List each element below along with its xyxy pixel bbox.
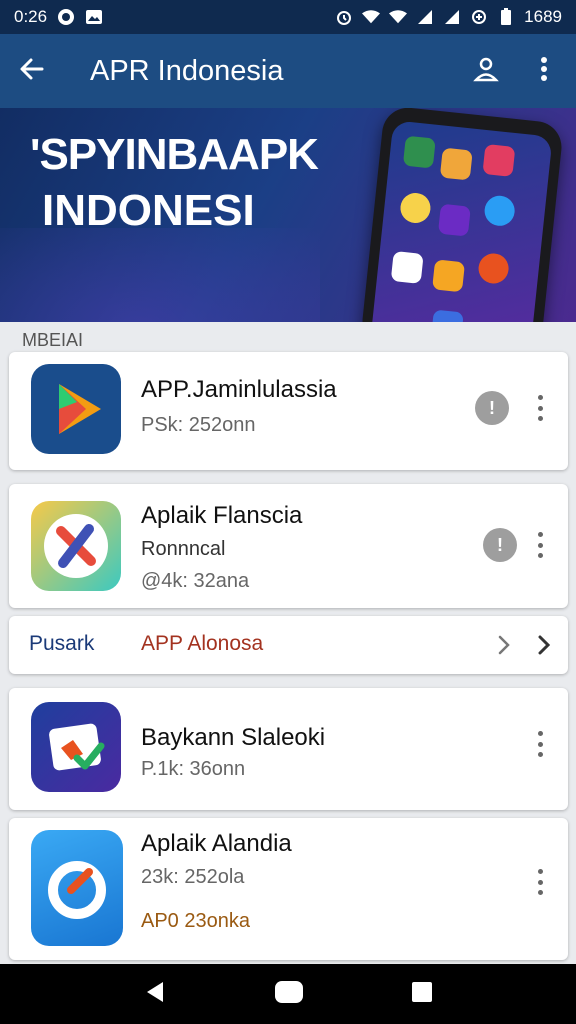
page-title: APR Indonesia (90, 54, 284, 87)
chevron-right-icon-2[interactable] (537, 634, 551, 661)
app-meta: P.1k: 36onn (141, 758, 246, 780)
battery-level: 1689 (524, 7, 562, 26)
link-title[interactable]: APP Alonosa (141, 632, 263, 656)
wifi-icon-2 (389, 9, 408, 25)
app-name: Baykann Slaleoki (141, 724, 326, 751)
list-item[interactable]: Baykann Slaleoki P.1k: 36onn (9, 688, 568, 810)
app-bar: APR Indonesia (0, 34, 576, 108)
more-vert-icon[interactable] (530, 726, 550, 762)
list-item[interactable]: Aplaik Alandia 23k: 252ola AP0 23onka (9, 818, 568, 960)
section-label: MBEIAI (22, 330, 84, 350)
banner-title-line2: INDONESI (42, 186, 255, 235)
back-arrow-icon[interactable] (18, 55, 46, 88)
play-store-icon (31, 364, 121, 454)
app-name: Aplaik Alandia (141, 830, 292, 857)
notification-icon (57, 9, 75, 25)
share-icon (31, 501, 121, 591)
system-nav-bar (0, 964, 576, 1024)
alert-badge[interactable]: ! (475, 391, 509, 425)
photo-icon (85, 9, 103, 25)
alarm-icon (335, 9, 353, 25)
wifi-icon (362, 9, 381, 25)
more-vert-icon[interactable] (530, 527, 550, 563)
app-meta: PSk: 252onn (141, 414, 256, 436)
signal-icon (416, 9, 434, 25)
edit-icon (31, 702, 121, 792)
account-icon[interactable] (472, 55, 500, 88)
battery-icon (497, 8, 515, 25)
list-item[interactable]: Aplaik Flanscia Ronnncal @4k: 32ana ! (9, 484, 568, 608)
banner-title-line1: 'SPYINBAAPK (30, 130, 319, 179)
alert-badge[interactable]: ! (483, 528, 517, 562)
app-extra: AP0 23onka (141, 910, 250, 932)
list-item[interactable]: APP.Jaminlulassia PSk: 252onn ! (9, 352, 568, 470)
app-name: Aplaik Flanscia (141, 502, 303, 529)
data-icon (470, 9, 488, 25)
chevron-right-icon[interactable] (497, 634, 511, 661)
more-vert-icon[interactable] (530, 864, 550, 900)
promo-banner[interactable]: 'SPYINBAAPK INDONESI (0, 108, 576, 322)
back-icon[interactable] (143, 980, 167, 1009)
category-link-row[interactable]: Pusark APP Alonosa (9, 616, 568, 674)
sync-icon (31, 830, 123, 946)
app-meta: Ronnncal (141, 538, 226, 560)
more-vert-icon[interactable] (540, 56, 548, 87)
status-bar: 0:26 1689 (0, 0, 576, 34)
signal-icon-2 (443, 9, 461, 25)
phone-illustration (359, 108, 565, 322)
status-time: 0:26 (14, 7, 48, 26)
app-meta-2: @4k: 32ana (141, 570, 250, 592)
home-icon[interactable] (274, 980, 304, 1009)
recents-icon[interactable] (411, 981, 433, 1008)
more-vert-icon[interactable] (530, 390, 550, 426)
banner-glow (0, 228, 320, 322)
link-label[interactable]: Pusark (29, 632, 94, 656)
app-meta: 23k: 252ola (141, 866, 245, 888)
app-name: APP.Jaminlulassia (141, 376, 337, 403)
app-list: MBEIAI APP.Jaminlulassia PSk: 252onn ! A… (0, 322, 576, 964)
